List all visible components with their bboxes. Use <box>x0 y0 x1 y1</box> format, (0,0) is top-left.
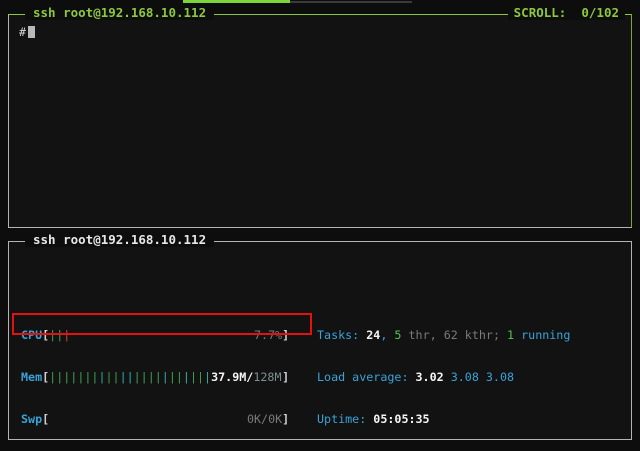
top-progress-strip <box>183 0 290 3</box>
scroll-indicator: SCROLL: 0/102 <box>508 6 625 20</box>
load-5min: 3.08 <box>444 370 479 384</box>
mem-bar-seg: ||||||| <box>49 370 98 384</box>
tasks-label: Tasks: <box>317 328 366 342</box>
top-pane-title: ssh root@192.168.10.112 <box>25 6 214 20</box>
swap-meter: Swp[0K/0K] <box>21 412 303 426</box>
pane-ssh-shell[interactable]: ssh root@192.168.10.112 SCROLL: 0/102 # <box>8 14 632 228</box>
load-average-line: Load average: 3.02 3.08 3.08 <box>317 370 570 384</box>
pane-htop[interactable]: ssh root@192.168.10.112 CPU[|||7.7%] Mem… <box>8 241 632 440</box>
mem-bar-seg: | <box>98 370 105 384</box>
htop-meters: CPU[|||7.7%] Mem[|||||||||||||||||||||||… <box>21 300 627 451</box>
mem-total-value: 128M <box>253 370 281 384</box>
mem-bar-seg: | <box>183 370 190 384</box>
tasks-sep: , <box>380 328 394 342</box>
bracket: ] <box>282 328 289 342</box>
shell-prompt: # <box>19 25 26 39</box>
mem-bar-seg: | <box>162 370 169 384</box>
cpu-meter-label: CPU <box>21 328 42 342</box>
bracket: [ <box>42 412 49 426</box>
mem-bar-seg: || <box>105 370 119 384</box>
load-1min: 3.02 <box>416 370 444 384</box>
htop-stats: Tasks: 24, 5 thr, 62 kthr; 1 running Loa… <box>317 300 570 451</box>
tasks-running-label: running <box>514 328 570 342</box>
cursor-block <box>28 26 35 38</box>
cpu-bar-green: || <box>49 328 63 342</box>
bracket: [ <box>42 328 49 342</box>
mem-bar-seg: || <box>120 370 134 384</box>
uptime-value: 05:05:35 <box>373 412 429 426</box>
tasks-kthreads: thr, 62 kthr; <box>401 328 507 342</box>
mem-bar-seg: || <box>190 370 204 384</box>
mem-bar-seg: || <box>169 370 183 384</box>
mem-bar-seg: | <box>204 370 211 384</box>
load-15min: 3.08 <box>479 370 514 384</box>
bracket: [ <box>42 370 49 384</box>
cpu-percent: 7.7% <box>254 328 282 342</box>
cpu-meter: CPU[|||7.7%] <box>21 328 303 342</box>
htop-screen: CPU[|||7.7%] Mem[|||||||||||||||||||||||… <box>9 242 631 451</box>
mem-meter-label: Mem <box>21 370 42 384</box>
load-label: Load average: <box>317 370 416 384</box>
bracket: ] <box>282 370 289 384</box>
bracket: ] <box>282 412 289 426</box>
tasks-line: Tasks: 24, 5 thr, 62 kthr; 1 running <box>317 328 570 342</box>
uptime-line: Uptime: 05:05:35 <box>317 412 570 426</box>
swap-value: 0K/0K <box>247 412 282 426</box>
mem-meter: Mem[|||||||||||||||||||||||37.9M/128M] <box>21 370 303 384</box>
mem-used-value: 37.9M/ <box>211 370 253 384</box>
swap-meter-label: Swp <box>21 412 42 426</box>
uptime-label: Uptime: <box>317 412 373 426</box>
mem-bar-seg: |||| <box>134 370 162 384</box>
tasks-count: 24 <box>366 328 380 342</box>
cpu-bar-red: | <box>63 328 70 342</box>
top-progress-track <box>290 1 412 3</box>
